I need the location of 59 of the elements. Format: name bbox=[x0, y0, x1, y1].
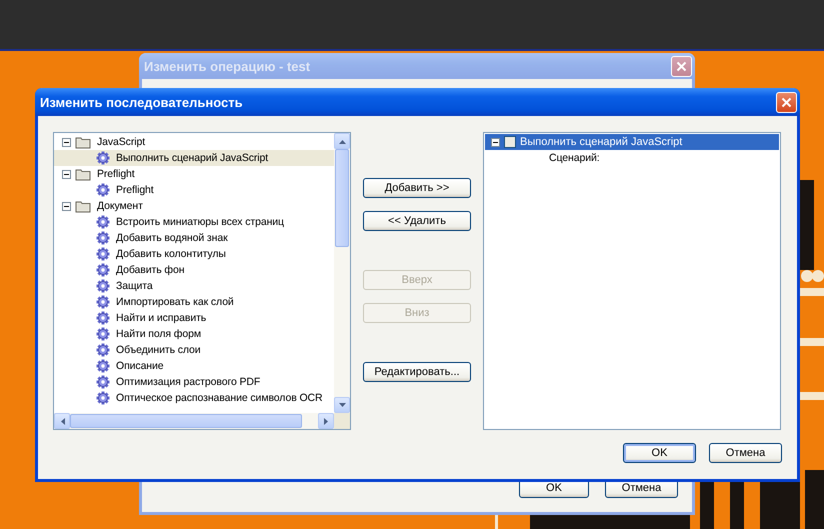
dots-drawing bbox=[801, 270, 824, 282]
close-button[interactable] bbox=[671, 56, 692, 76]
gear-icon bbox=[96, 151, 110, 165]
gear-icon bbox=[96, 327, 110, 341]
collapse-icon[interactable] bbox=[62, 138, 71, 146]
tree-item[interactable]: Найти и исправить bbox=[114, 311, 208, 325]
window-title: Изменить операцию - test bbox=[144, 58, 310, 74]
gear-icon bbox=[96, 375, 110, 389]
gear-icon bbox=[96, 311, 110, 325]
dialog-button[interactable]: Отмена bbox=[709, 443, 782, 463]
action-button[interactable]: Редактировать... bbox=[363, 362, 471, 382]
scrollbar-corner bbox=[334, 413, 350, 429]
tree-item: Сценарий: bbox=[548, 151, 601, 165]
down-arrow-icon bbox=[338, 402, 346, 408]
close-icon bbox=[781, 96, 792, 108]
gear-icon bbox=[96, 231, 110, 245]
gear-icon bbox=[96, 359, 110, 373]
gear-icon bbox=[96, 215, 110, 229]
horizontal-scrollbar[interactable] bbox=[54, 413, 334, 429]
gear-icon bbox=[96, 247, 110, 261]
tree-item[interactable]: Оптимизация растрового PDF bbox=[114, 375, 262, 389]
tree-item[interactable]: Найти поля форм bbox=[114, 327, 203, 341]
tree-item[interactable]: Оптическое распознавание символов OCR bbox=[114, 391, 325, 405]
gear-icon bbox=[96, 343, 110, 357]
selected-row[interactable]: Выполнить сценарий JavaScript bbox=[485, 134, 779, 150]
gear-icon bbox=[96, 183, 110, 197]
vertical-scrollbar[interactable] bbox=[334, 133, 350, 413]
tree-folder[interactable]: JavaScript bbox=[95, 135, 148, 149]
tree-item[interactable]: Preflight bbox=[114, 183, 156, 197]
tree-item[interactable]: Добавить водяной знак bbox=[114, 231, 230, 245]
action-button[interactable]: Добавить >> bbox=[363, 178, 471, 198]
window-title: Изменить последовательность bbox=[40, 94, 243, 110]
tree-folder[interactable]: Документ bbox=[95, 199, 145, 213]
tree-item[interactable]: Добавить фон bbox=[114, 263, 186, 277]
tree-item[interactable]: Описание bbox=[114, 359, 166, 373]
collapse-icon[interactable] bbox=[62, 170, 71, 178]
checkbox[interactable] bbox=[504, 136, 516, 148]
gear-icon bbox=[96, 391, 110, 405]
tree-item[interactable]: Встроить миниатюры всех страниц bbox=[114, 215, 286, 229]
tree-folder[interactable]: Preflight bbox=[95, 167, 137, 181]
up-arrow-icon bbox=[338, 138, 346, 144]
gear-icon bbox=[96, 263, 110, 277]
collapse-icon[interactable] bbox=[62, 202, 71, 210]
action-button[interactable]: << Удалить bbox=[363, 211, 471, 231]
dialog-button[interactable]: OK bbox=[623, 443, 696, 463]
collapse-icon[interactable] bbox=[491, 138, 500, 146]
gear-icon bbox=[96, 295, 110, 309]
selected-row[interactable]: Выполнить сценарий JavaScript bbox=[54, 150, 334, 166]
tree-item[interactable]: Защита bbox=[114, 279, 155, 293]
close-button[interactable] bbox=[776, 92, 797, 112]
tree-item[interactable]: Объединить слои bbox=[114, 343, 203, 357]
tree-item[interactable]: Выполнить сценарий JavaScript bbox=[114, 151, 270, 165]
close-icon bbox=[676, 60, 687, 72]
tree-item[interactable]: Импортировать как слой bbox=[114, 295, 236, 309]
gear-icon bbox=[96, 279, 110, 293]
right-arrow-icon bbox=[322, 418, 330, 424]
tree-item[interactable]: Выполнить сценарий JavaScript bbox=[520, 136, 682, 148]
left-arrow-icon bbox=[58, 418, 66, 424]
tree-item[interactable]: Добавить колонтитулы bbox=[114, 247, 228, 261]
